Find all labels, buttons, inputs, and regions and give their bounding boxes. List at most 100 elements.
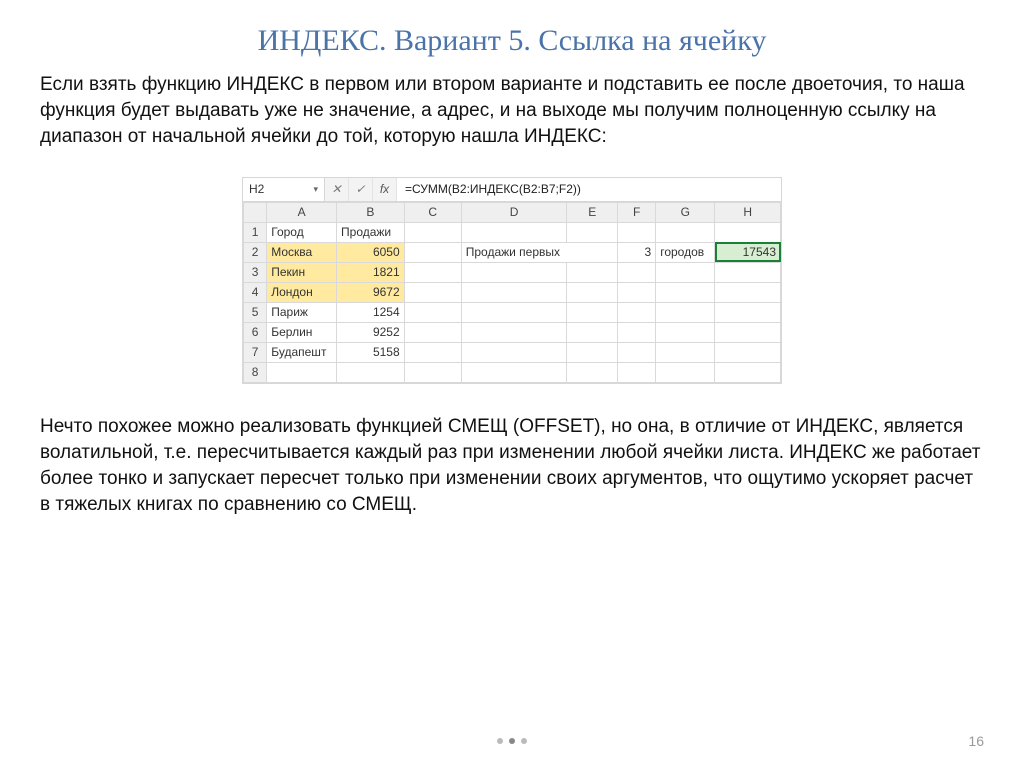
cell[interactable]: 5158 (337, 342, 405, 362)
cell[interactable] (618, 262, 656, 282)
dropdown-icon[interactable]: ▾ (313, 184, 318, 195)
table-row[interactable]: 3 Пекин 1821 (244, 262, 781, 282)
cell[interactable] (267, 362, 337, 382)
formula-bar[interactable]: =СУММ(B2:ИНДЕКС(B2:B7;F2)) (397, 178, 781, 201)
cell[interactable] (567, 342, 618, 362)
cell[interactable] (715, 282, 781, 302)
cell[interactable]: Город (267, 222, 337, 242)
name-box-value: H2 (249, 182, 264, 196)
spreadsheet-grid[interactable]: A B C D E F G H 1 Город Продажи (243, 202, 781, 383)
col-header-F[interactable]: F (618, 202, 656, 222)
confirm-formula-button[interactable]: ✓ (349, 178, 373, 201)
cell[interactable] (656, 342, 715, 362)
cell[interactable] (461, 362, 567, 382)
row-header[interactable]: 8 (244, 362, 267, 382)
cell[interactable] (715, 322, 781, 342)
cell[interactable] (656, 262, 715, 282)
cell[interactable] (715, 362, 781, 382)
cell[interactable] (567, 322, 618, 342)
select-all-corner[interactable] (244, 202, 267, 222)
cell[interactable] (337, 362, 405, 382)
cell[interactable]: 1821 (337, 262, 405, 282)
cell[interactable] (618, 342, 656, 362)
row-header[interactable]: 5 (244, 302, 267, 322)
name-box[interactable]: H2 ▾ (243, 178, 325, 201)
cell[interactable]: 9252 (337, 322, 405, 342)
row-header[interactable]: 3 (244, 262, 267, 282)
cell[interactable] (567, 222, 618, 242)
cell[interactable] (404, 282, 461, 302)
cell[interactable] (618, 222, 656, 242)
cell[interactable]: Москва (267, 242, 337, 262)
cell[interactable] (404, 302, 461, 322)
cell[interactable] (461, 342, 567, 362)
cell[interactable] (656, 322, 715, 342)
cell[interactable] (715, 342, 781, 362)
cell[interactable] (567, 362, 618, 382)
cell[interactable] (404, 362, 461, 382)
cell[interactable]: Берлин (267, 322, 337, 342)
table-row[interactable]: 2 Москва 6050 Продажи первых 3 городов 1… (244, 242, 781, 262)
col-header-D[interactable]: D (461, 202, 567, 222)
table-row[interactable]: 6 Берлин 9252 (244, 322, 781, 342)
cell[interactable]: Лондон (267, 282, 337, 302)
cell[interactable] (567, 262, 618, 282)
col-header-G[interactable]: G (656, 202, 715, 222)
cell[interactable] (404, 342, 461, 362)
cancel-formula-button[interactable]: ✕ (325, 178, 349, 201)
table-row[interactable]: 7 Будапешт 5158 (244, 342, 781, 362)
cell[interactable] (656, 222, 715, 242)
row-header[interactable]: 4 (244, 282, 267, 302)
cell[interactable] (715, 222, 781, 242)
cell[interactable]: 3 (618, 242, 656, 262)
cell[interactable] (656, 362, 715, 382)
cell[interactable]: Продажи первых (461, 242, 617, 262)
cell[interactable]: 1254 (337, 302, 405, 322)
cell[interactable]: городов (656, 242, 715, 262)
cell-selected[interactable]: 17543 (715, 242, 781, 262)
table-row[interactable]: 1 Город Продажи (244, 222, 781, 242)
row-header[interactable]: 2 (244, 242, 267, 262)
cell[interactable]: Париж (267, 302, 337, 322)
cell[interactable] (404, 242, 461, 262)
col-header-E[interactable]: E (567, 202, 618, 222)
col-header-B[interactable]: B (337, 202, 405, 222)
table-row[interactable]: 5 Париж 1254 (244, 302, 781, 322)
cell[interactable]: 6050 (337, 242, 405, 262)
cell[interactable] (618, 362, 656, 382)
cell[interactable] (618, 302, 656, 322)
cell[interactable] (567, 282, 618, 302)
cell[interactable]: Будапешт (267, 342, 337, 362)
slide-dots (497, 738, 527, 744)
cell[interactable] (715, 262, 781, 282)
cell[interactable] (567, 302, 618, 322)
table-row[interactable]: 4 Лондон 9672 (244, 282, 781, 302)
col-header-C[interactable]: C (404, 202, 461, 222)
cell[interactable] (404, 222, 461, 242)
intro-paragraph: Если взять функцию ИНДЕКС в первом или в… (40, 72, 984, 151)
cell[interactable]: 9672 (337, 282, 405, 302)
cell[interactable] (656, 282, 715, 302)
cell[interactable]: Пекин (267, 262, 337, 282)
cell[interactable] (461, 322, 567, 342)
cell[interactable] (618, 322, 656, 342)
cell[interactable] (404, 262, 461, 282)
cell[interactable] (461, 222, 567, 242)
cell[interactable] (461, 262, 567, 282)
cell[interactable] (404, 322, 461, 342)
col-header-H[interactable]: H (715, 202, 781, 222)
col-header-A[interactable]: A (267, 202, 337, 222)
cell[interactable] (715, 302, 781, 322)
cell[interactable] (461, 282, 567, 302)
page-number: 16 (968, 733, 984, 749)
cell[interactable] (618, 282, 656, 302)
row-header[interactable]: 6 (244, 322, 267, 342)
row-header[interactable]: 1 (244, 222, 267, 242)
cell[interactable]: Продажи (337, 222, 405, 242)
row-header[interactable]: 7 (244, 342, 267, 362)
table-row[interactable]: 8 (244, 362, 781, 382)
cell[interactable] (656, 302, 715, 322)
fx-icon[interactable]: fx (373, 178, 397, 201)
cell[interactable] (461, 302, 567, 322)
dot-icon (497, 738, 503, 744)
